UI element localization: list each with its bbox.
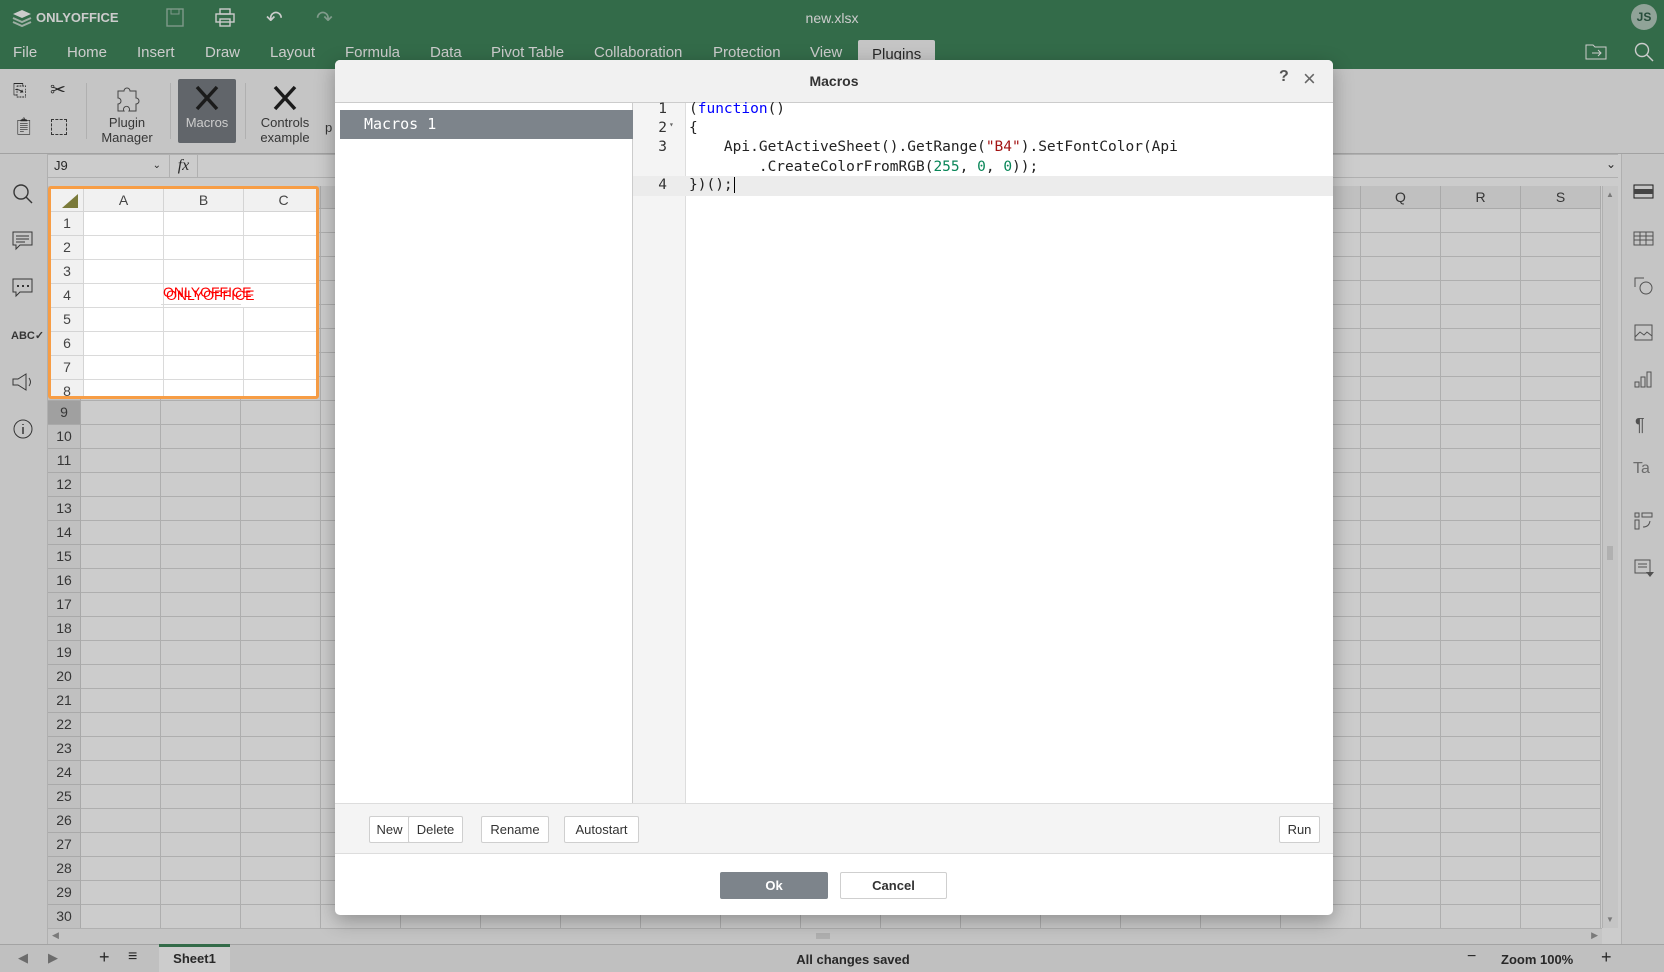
row-header-3[interactable]: 3 [51, 260, 84, 284]
autostart-button[interactable]: Autostart [564, 816, 639, 843]
line-number: 4 [658, 177, 667, 193]
cell-B1[interactable] [164, 212, 244, 236]
cell-A4[interactable] [84, 284, 164, 308]
macro-list: Macros 1 [335, 103, 633, 803]
row-header-2[interactable]: 2 [51, 236, 84, 260]
line-number: 2 [658, 120, 667, 136]
delete-macro-button[interactable]: Delete [408, 816, 463, 843]
code-line[interactable]: Api.GetActiveSheet().GetRange("B4").SetF… [689, 137, 1178, 177]
row-header-7[interactable]: 7 [51, 356, 84, 380]
cell-C1[interactable] [244, 212, 316, 236]
macro-list-item[interactable]: Macros 1 [340, 110, 633, 139]
cell-C8[interactable] [244, 380, 316, 396]
column-header-A[interactable]: A [84, 189, 164, 212]
ok-button[interactable]: Ok [720, 872, 828, 899]
select-all-triangle-icon [62, 194, 78, 208]
line-number: 3 [658, 139, 667, 155]
cell-A2[interactable] [84, 236, 164, 260]
row-header-4[interactable]: 4 [51, 284, 84, 308]
dialog-title: Macros [809, 73, 859, 89]
row-header-6[interactable]: 6 [51, 332, 84, 356]
code-editor[interactable]: 1 (function() 2 ▾ {3 Api.GetActiveSheet().Ge… [633, 97, 1333, 797]
line-number: 1 [658, 101, 667, 117]
row-header-1[interactable]: 1 [51, 212, 84, 236]
help-button[interactable]: ? [1279, 68, 1289, 86]
code-line[interactable]: { [689, 118, 698, 138]
cell-B4[interactable]: ONLYOFFICE [164, 284, 254, 308]
cancel-button[interactable]: Cancel [840, 872, 947, 899]
cell-B5[interactable] [164, 308, 244, 332]
macros-dialog: Macros ? × Macros 1 1 (function() 2 ▾ {3 Api… [335, 60, 1333, 915]
cell-C7[interactable] [244, 356, 316, 380]
new-macro-button[interactable]: New [369, 816, 410, 843]
row-header-5[interactable]: 5 [51, 308, 84, 332]
cell-A8[interactable] [84, 380, 164, 396]
cell-C4[interactable] [244, 284, 316, 308]
cell-A7[interactable] [84, 356, 164, 380]
column-header-C[interactable]: C [244, 189, 316, 212]
run-macro-button[interactable]: Run [1279, 816, 1320, 843]
dialog-button-bar: New Delete Rename Autostart Run [335, 803, 1333, 854]
close-icon[interactable]: × [1303, 66, 1316, 92]
cell-B6[interactable] [164, 332, 244, 356]
cell-B8[interactable] [164, 380, 244, 396]
cell-A6[interactable] [84, 332, 164, 356]
code-line[interactable]: (function() [689, 99, 785, 119]
column-header-B[interactable]: B [164, 189, 244, 212]
cell-B2[interactable] [164, 236, 244, 260]
cell-A5[interactable] [84, 308, 164, 332]
cell-A3[interactable] [84, 260, 164, 284]
rename-macro-button[interactable]: Rename [481, 816, 549, 843]
highlight-region: A B C 1 2 3 4 ONLYOFFICE 5 6 7 8 [48, 186, 319, 399]
fold-arrow-icon[interactable]: ▾ [669, 120, 674, 129]
cell-C3[interactable] [244, 260, 316, 284]
code-line[interactable]: })(); [689, 175, 735, 195]
cell-B7[interactable] [164, 356, 244, 380]
cell-C5[interactable] [244, 308, 316, 332]
cell-A1[interactable] [84, 212, 164, 236]
row-header-8[interactable]: 8 [51, 380, 84, 396]
cell-C6[interactable] [244, 332, 316, 356]
cell-C2[interactable] [244, 236, 316, 260]
select-all-corner[interactable] [51, 189, 84, 212]
